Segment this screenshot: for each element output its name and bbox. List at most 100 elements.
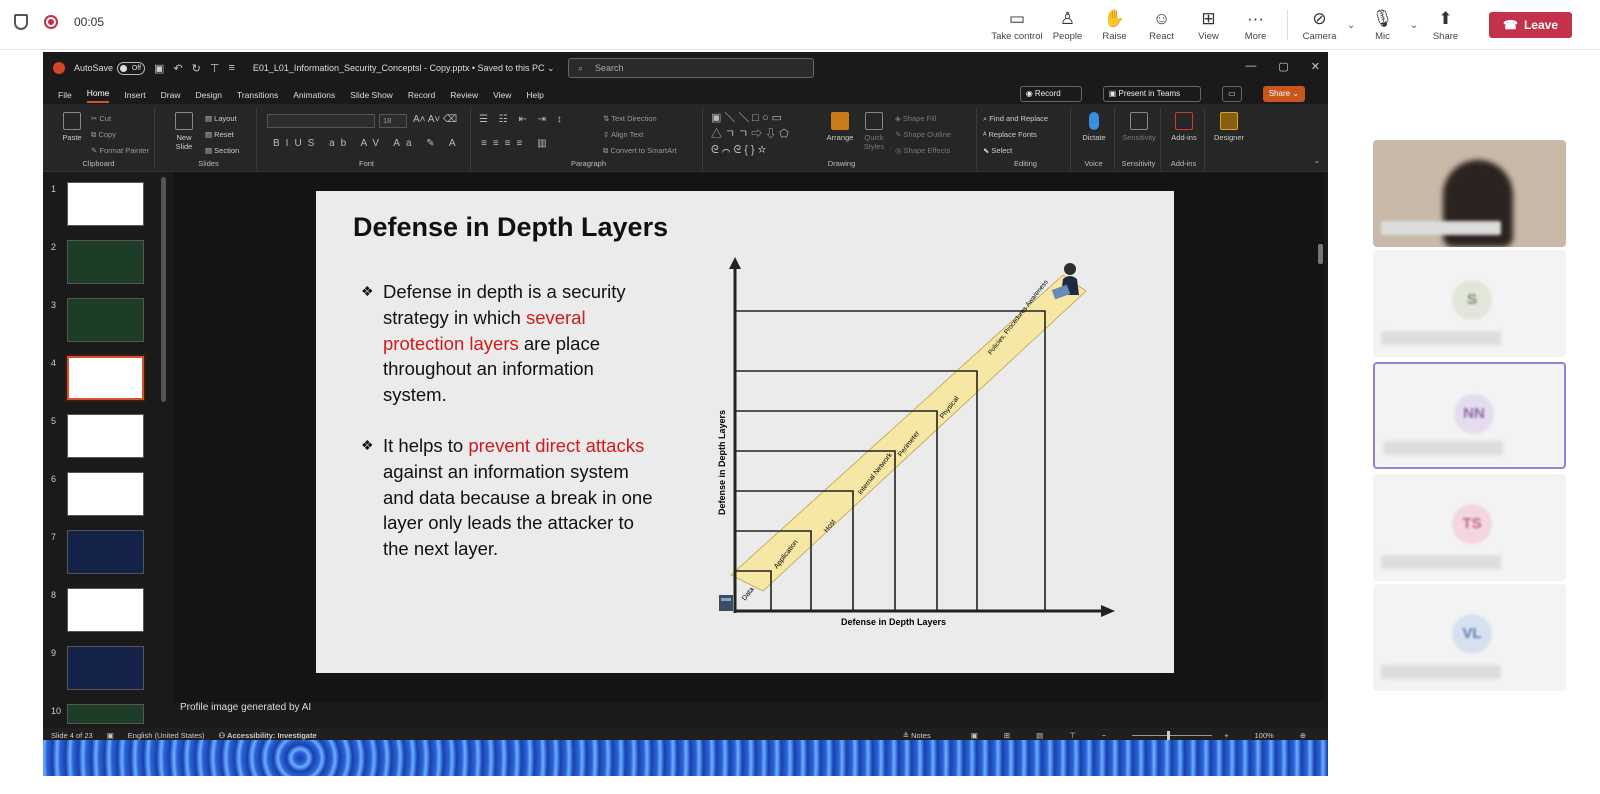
speaker-notes[interactable]: Profile image generated by AI <box>174 702 1324 722</box>
view-button[interactable]: ⊞ View <box>1185 0 1232 50</box>
alignment-buttons[interactable]: ≡≡≡≡ ▥ <box>481 138 553 149</box>
new-slide-button[interactable]: New Slide <box>171 112 197 151</box>
ribbon-tab-review[interactable]: Review <box>450 90 478 103</box>
fit-to-window-icon[interactable]: ⊕ <box>1300 731 1306 740</box>
format-painter-button[interactable]: ✎ Format Painter <box>91 146 149 155</box>
ribbon-tab-help[interactable]: Help <box>526 90 543 103</box>
slide-thumbnail[interactable] <box>67 298 144 342</box>
slide-thumbnail[interactable] <box>67 530 144 574</box>
slide-thumbnail[interactable] <box>67 704 144 724</box>
leave-button[interactable]: ☎ Leave <box>1489 12 1572 38</box>
slide-scrollbar[interactable] <box>1317 174 1324 684</box>
dictate-button[interactable]: Dictate <box>1079 112 1109 142</box>
slide-thumbnail[interactable] <box>67 472 144 516</box>
mic-button[interactable]: 🎙 Mic <box>1359 0 1406 50</box>
section-button[interactable]: ▤ Section <box>205 146 239 155</box>
select-button[interactable]: ⬉ Select <box>983 146 1012 155</box>
font-format-buttons[interactable]: BIUS ab AV Aa ✎ A <box>273 138 462 149</box>
copy-button[interactable]: ⧉ Copy <box>91 130 116 140</box>
arrange-button[interactable]: Arrange <box>825 112 855 142</box>
slide-thumbnail[interactable] <box>67 588 144 632</box>
slide-thumbnail[interactable] <box>67 182 144 226</box>
layout-button[interactable]: ▤ Layout <box>205 114 237 123</box>
ribbon-tab-slide-show[interactable]: Slide Show <box>350 90 393 103</box>
comments-icon[interactable]: ▭ <box>1222 86 1242 102</box>
text-direction-button[interactable]: ⇅ Text Direction <box>603 114 657 123</box>
quick-styles-button[interactable]: Quick Styles <box>859 112 889 151</box>
zoom-slider[interactable] <box>1132 730 1213 740</box>
ribbon-tab-record[interactable]: Record <box>408 90 435 103</box>
font-name-dropdown[interactable] <box>267 114 375 128</box>
sensitivity-button[interactable]: Sensitivity <box>1119 112 1159 142</box>
designer-button[interactable]: Designer <box>1211 112 1247 142</box>
shape-effects-button[interactable]: ◎ Shape Effects <box>895 146 950 155</box>
ribbon-tab-view[interactable]: View <box>493 90 511 103</box>
convert-smartart-button[interactable]: ⧉ Convert to SmartArt <box>603 146 677 156</box>
mic-options-chevron-icon[interactable]: ⌄ <box>1406 20 1422 31</box>
paste-button[interactable]: Paste <box>59 112 85 142</box>
ribbon-tab-draw[interactable]: Draw <box>161 90 181 103</box>
list-buttons[interactable]: ☰ ☷ ⇤ ⇥ ↕ <box>479 114 566 125</box>
shape-fill-button[interactable]: ◈ Shape Fill <box>895 114 936 123</box>
close-icon[interactable]: ✕ <box>1311 60 1320 73</box>
take-control-button[interactable]: ▭ Take control <box>990 0 1044 50</box>
react-button[interactable]: ☺ React <box>1138 0 1185 50</box>
participant-tile[interactable] <box>1373 140 1566 247</box>
cut-button[interactable]: ✂ Cut <box>91 114 111 123</box>
slide-thumbnail[interactable] <box>67 646 144 690</box>
slide-thumbnail[interactable] <box>65 354 146 402</box>
zoom-in-icon[interactable]: + <box>1224 731 1228 740</box>
redo-icon[interactable]: ↻ <box>192 62 201 75</box>
shapes-gallery[interactable]: ▣＼＼□○▭ △ㄱㄱ⇨⇩⬠ ᘓ⌒ᘓ{}☆ <box>711 110 811 158</box>
minimize-icon[interactable]: — <box>1245 60 1256 73</box>
customize-qat-icon[interactable]: ≡ <box>228 62 234 74</box>
spelling-icon[interactable]: ▣ <box>107 731 114 740</box>
participant-tile[interactable]: TS <box>1373 474 1566 581</box>
slide-sorter-icon[interactable]: ⊞ <box>1004 731 1010 740</box>
file-name[interactable]: E01_L01_Information_Security_Conceptsl -… <box>253 63 555 74</box>
people-button[interactable]: ♙ People <box>1044 0 1091 50</box>
shape-outline-button[interactable]: ✎ Shape Outline <box>895 130 951 139</box>
ribbon-tab-insert[interactable]: Insert <box>124 90 145 103</box>
camera-options-chevron-icon[interactable]: ⌄ <box>1343 20 1359 31</box>
font-size-dropdown[interactable]: 18 <box>379 114 407 128</box>
collapse-ribbon-icon[interactable]: ⌄ <box>1314 156 1320 165</box>
participant-tile[interactable]: S <box>1373 250 1566 357</box>
reading-view-icon[interactable]: ▤ <box>1036 731 1043 740</box>
notes-button[interactable]: ≜ Notes <box>903 731 945 740</box>
replace-fonts-button[interactable]: ᴬ Replace Fonts <box>983 130 1037 139</box>
language-status[interactable]: English (United States) <box>128 731 205 740</box>
participant-tile[interactable]: NN <box>1373 362 1566 469</box>
undo-icon[interactable]: ↶ <box>173 62 182 75</box>
ribbon-tab-file[interactable]: File <box>58 90 72 103</box>
raise-button[interactable]: ✋ Raise <box>1091 0 1138 50</box>
share-ppt-button[interactable]: Share ⌄ <box>1262 86 1305 102</box>
zoom-level[interactable]: 100% <box>1255 731 1274 740</box>
more-button[interactable]: ··· More <box>1232 0 1279 50</box>
slide-thumbnail[interactable] <box>67 414 144 458</box>
slide-thumbnail[interactable] <box>67 240 144 284</box>
participant-tile[interactable]: VL <box>1373 584 1566 691</box>
ribbon-tab-transitions[interactable]: Transitions <box>237 90 278 103</box>
align-text-button[interactable]: ⇳ Align Text <box>603 130 643 139</box>
reset-button[interactable]: ▤ Reset <box>205 130 234 139</box>
restore-icon[interactable]: ▢ <box>1278 60 1288 73</box>
slideshow-icon[interactable]: ⊤ <box>1069 731 1076 740</box>
ribbon-tab-home[interactable]: Home <box>86 88 110 103</box>
ribbon-tab-animations[interactable]: Animations <box>293 90 335 103</box>
find-replace-button[interactable]: ⌕ Find and Replace <box>983 114 1048 124</box>
camera-button[interactable]: ⊘ Camera <box>1296 0 1343 50</box>
addins-button[interactable]: Add-ins <box>1167 112 1201 142</box>
font-size-grow-shrink[interactable]: A˄ A˅ ⌫ <box>413 114 457 125</box>
current-slide[interactable]: Defense in Depth Layers ❖ Defense in dep… <box>316 191 1174 673</box>
search-input[interactable]: ⌕ Search <box>568 58 814 78</box>
record-button[interactable]: ◉ Record <box>1019 86 1082 102</box>
ribbon-tab-design[interactable]: Design <box>196 90 222 103</box>
autosave-toggle[interactable]: Off <box>117 61 146 75</box>
accessibility-status[interactable]: ⚇ Accessibility: Investigate <box>219 731 331 740</box>
share-button[interactable]: ⬆ Share <box>1422 0 1469 50</box>
thumbnail-scrollbar[interactable] <box>161 177 166 402</box>
save-icon[interactable]: ▣ <box>154 62 164 75</box>
present-in-teams-button[interactable]: ▣ Present in Teams <box>1102 86 1202 102</box>
zoom-out-icon[interactable]: − <box>1102 731 1106 740</box>
